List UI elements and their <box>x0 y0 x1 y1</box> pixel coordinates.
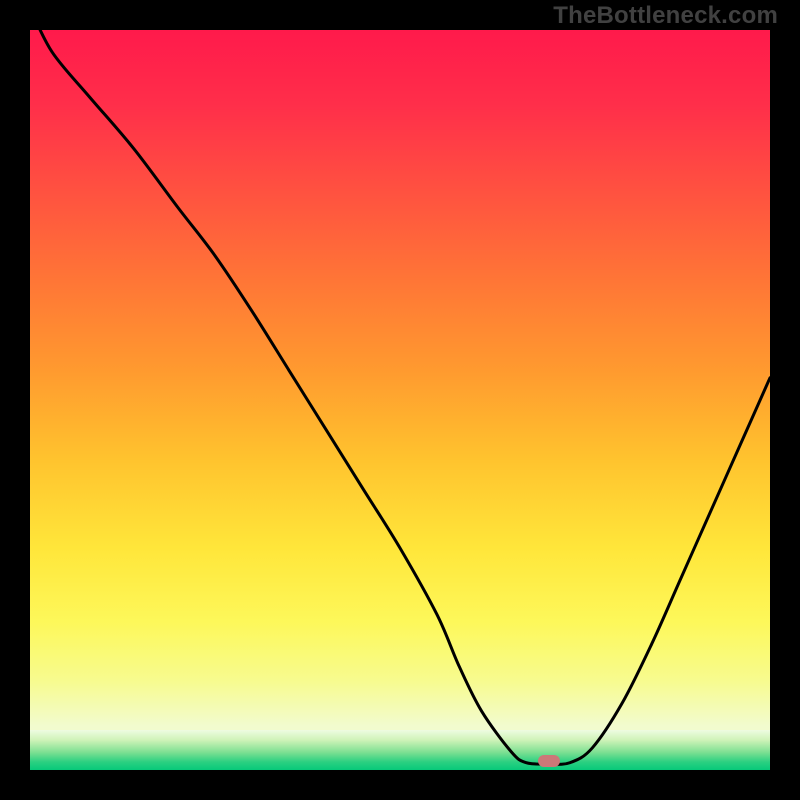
chart-stage: TheBottleneck.com <box>0 0 800 800</box>
curve-path <box>30 30 770 764</box>
selection-marker[interactable] <box>538 755 560 767</box>
plot-area <box>30 30 770 770</box>
watermark-text: TheBottleneck.com <box>553 2 778 30</box>
bottleneck-curve <box>30 30 770 770</box>
